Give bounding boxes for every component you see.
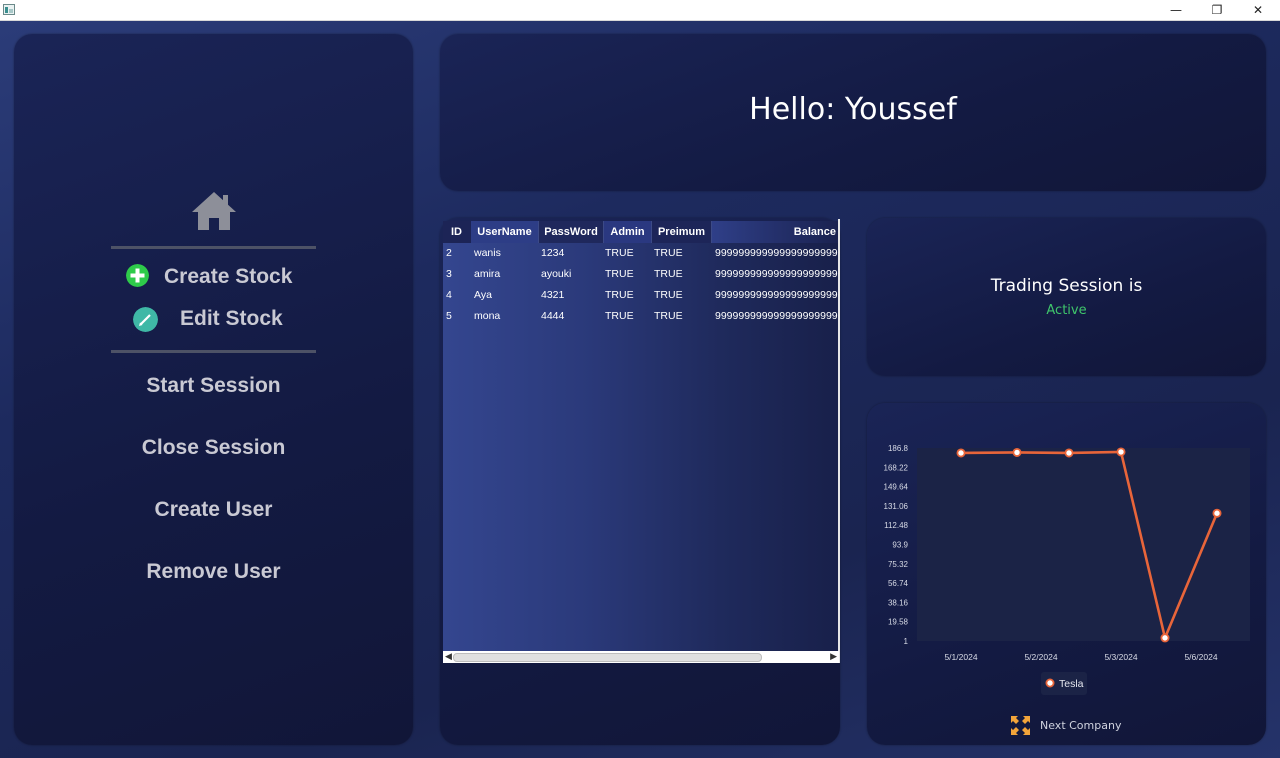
plus-circle-icon <box>126 264 149 287</box>
next-company-button[interactable]: Next Company <box>1040 719 1121 732</box>
cell-admin: TRUE <box>605 289 634 301</box>
home-icon[interactable] <box>192 190 236 232</box>
scroll-right-icon[interactable]: ▶ <box>830 651 837 663</box>
expand-arrows-icon[interactable] <box>1011 716 1030 735</box>
start-session-button[interactable]: Start Session <box>14 374 413 398</box>
plot-area <box>917 448 1250 641</box>
cell-admin: TRUE <box>605 268 634 280</box>
cell-admin: TRUE <box>605 310 634 322</box>
sidebar-divider-top <box>111 246 316 249</box>
cell-premium: TRUE <box>654 247 683 259</box>
data-point <box>1064 448 1074 458</box>
restore-button[interactable]: ❐ <box>1197 0 1237 20</box>
y-tick-label: 149.64 <box>884 483 909 492</box>
app-icon <box>3 4 15 15</box>
data-point <box>1012 447 1022 457</box>
y-tick-label: 168.22 <box>884 463 909 472</box>
pencil-icon <box>133 307 158 332</box>
session-status: Active <box>1046 303 1087 318</box>
scrollbar-thumb[interactable] <box>453 653 762 662</box>
greeting-title: Hello: Youssef <box>749 92 957 127</box>
remove-user-button[interactable]: Remove User <box>14 560 413 584</box>
y-tick-label: 131.06 <box>884 502 909 511</box>
cell-balance: 999999999999999999999 <box>715 268 838 280</box>
y-tick-label: 75.32 <box>888 560 909 569</box>
table-right-border <box>838 219 840 663</box>
y-tick-label: 93.9 <box>892 541 908 550</box>
cell-username: wanis <box>474 247 501 259</box>
close-button[interactable]: ✕ <box>1238 0 1278 20</box>
users-table[interactable]: ID UserName PassWord Admin Preimum Balan… <box>443 221 839 663</box>
minimize-button[interactable]: — <box>1156 0 1196 20</box>
cell-username: mona <box>474 310 501 322</box>
y-tick-label: 1 <box>904 637 909 646</box>
stock-line-chart[interactable]: 186.8 168.22 149.64 131.06 112.48 93.9 75.32 56… <box>867 403 1266 745</box>
cell-id: 5 <box>446 310 452 322</box>
cell-premium: TRUE <box>654 268 683 280</box>
cell-id: 3 <box>446 268 452 280</box>
cell-balance: 999999999999999999999 <box>715 310 838 322</box>
column-header-password[interactable]: PassWord <box>539 221 604 243</box>
cell-premium: TRUE <box>654 310 683 322</box>
x-tick-label: 5/2/2024 <box>1024 652 1057 662</box>
cell-password: 4321 <box>541 289 565 301</box>
create-stock-button[interactable]: Create Stock <box>164 265 292 289</box>
session-panel <box>867 218 1266 376</box>
create-user-button[interactable]: Create User <box>14 498 413 522</box>
cell-id: 2 <box>446 247 452 259</box>
cell-password: 4444 <box>541 310 565 322</box>
window-titlebar: — ❐ ✕ <box>0 0 1280 21</box>
x-tick-label: 5/1/2024 <box>944 652 977 662</box>
column-header-admin[interactable]: Admin <box>604 221 652 243</box>
y-tick-label: 19.58 <box>888 618 909 627</box>
data-point <box>956 448 966 458</box>
x-tick-label: 5/6/2024 <box>1184 652 1217 662</box>
cell-premium: TRUE <box>654 289 683 301</box>
data-point <box>1212 508 1222 518</box>
cell-balance: 999999999999999999999 <box>715 247 838 259</box>
column-header-premium[interactable]: Preimum <box>652 221 712 243</box>
data-point <box>1116 447 1126 457</box>
y-tick-label: 186.8 <box>888 444 909 453</box>
data-point <box>1160 633 1170 643</box>
column-header-balance[interactable]: Balance <box>712 221 839 243</box>
legend-label: Tesla <box>1059 678 1084 690</box>
cell-password: ayouki <box>541 268 572 280</box>
close-session-button[interactable]: Close Session <box>14 436 413 460</box>
cell-username: amira <box>474 268 501 280</box>
cell-admin: TRUE <box>605 247 634 259</box>
legend-marker <box>1045 678 1055 688</box>
cell-username: Aya <box>474 289 492 301</box>
cell-password: 1234 <box>541 247 565 259</box>
edit-stock-button[interactable]: Edit Stock <box>180 307 283 331</box>
sidebar-divider-bottom <box>111 350 316 353</box>
cell-id: 4 <box>446 289 452 301</box>
y-tick-label: 38.16 <box>888 598 909 607</box>
y-tick-label: 112.48 <box>884 521 908 530</box>
scroll-left-icon[interactable]: ◀ <box>445 651 452 663</box>
session-title: Trading Session is <box>990 276 1143 296</box>
horizontal-scrollbar[interactable]: ◀ ▶ <box>443 651 839 663</box>
cell-balance: 999999999999999999999 <box>715 289 838 301</box>
x-tick-label: 5/3/2024 <box>1104 652 1137 662</box>
y-tick-label: 56.74 <box>888 579 909 588</box>
column-header-username[interactable]: UserName <box>471 221 539 243</box>
